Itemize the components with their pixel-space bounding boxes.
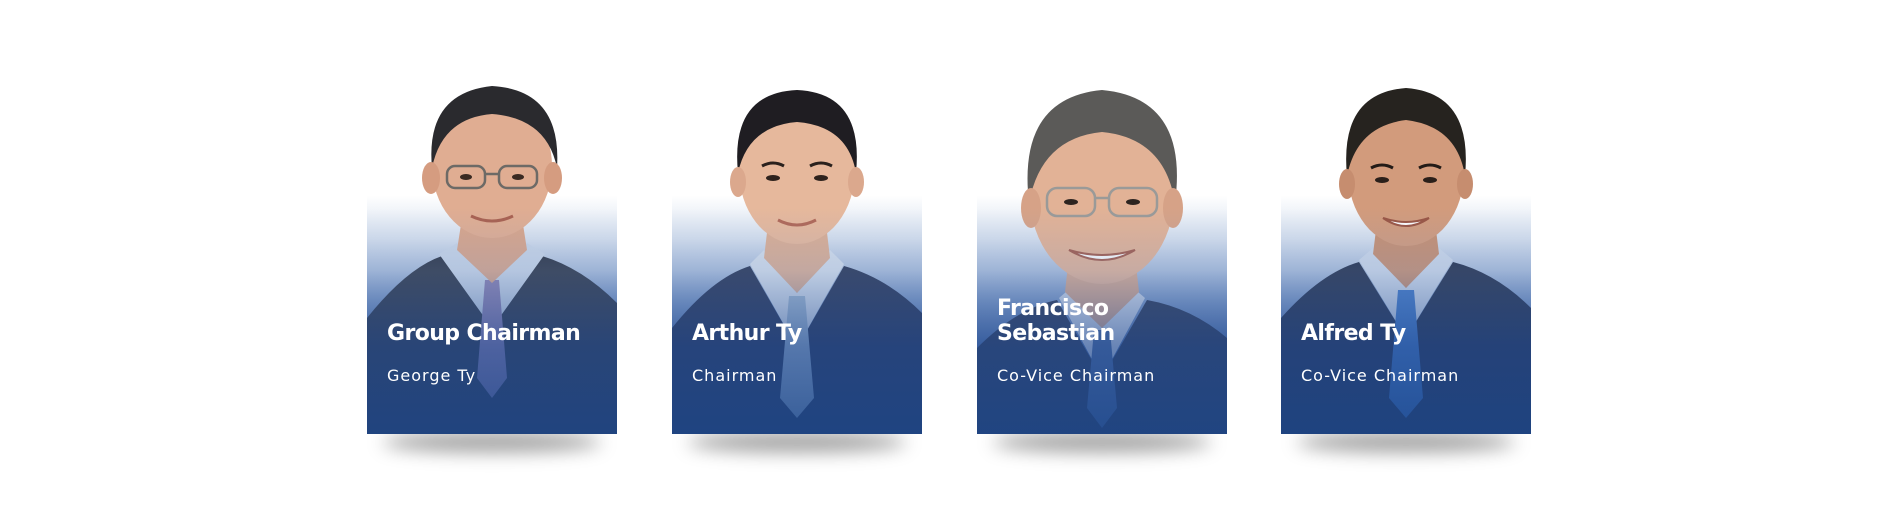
leader-subtitle: Chairman [692,366,778,385]
leader-subtitle: George Ty [387,366,477,385]
card-gradient-overlay [672,120,922,434]
card-shadow [383,432,601,452]
leader-title: Group Chairman [387,321,581,346]
leader-title: Alfred Ty [1301,321,1406,346]
card-gradient-overlay [367,120,617,434]
leader-card-group-chairman[interactable]: Group Chairman George Ty [367,78,617,452]
card-gradient-overlay [1281,120,1531,434]
leader-card-arthur-ty[interactable]: Arthur Ty Chairman [672,78,922,452]
card-shadow [1297,432,1515,452]
leader-title: Francisco Sebastian [997,296,1115,346]
leader-title: Arthur Ty [692,321,802,346]
leader-card-francisco-sebastian[interactable]: Francisco Sebastian Co-Vice Chairman [977,78,1227,452]
leader-subtitle: Co-Vice Chairman [997,366,1156,385]
leader-card-alfred-ty[interactable]: Alfred Ty Co-Vice Chairman [1281,78,1531,452]
card-shadow [688,432,906,452]
card-gradient-overlay [977,120,1227,434]
card-shadow [993,432,1211,452]
leader-subtitle: Co-Vice Chairman [1301,366,1460,385]
